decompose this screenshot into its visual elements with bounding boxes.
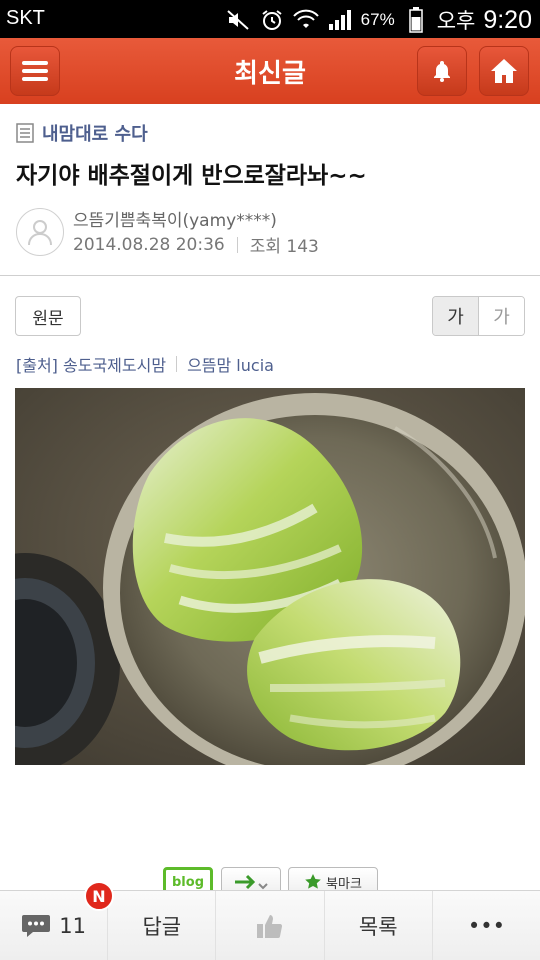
notification-button[interactable] — [417, 46, 467, 96]
board-link[interactable]: 내맘대로 수다 — [16, 120, 148, 146]
reply-button[interactable]: 답글 — [108, 891, 217, 960]
hamburger-icon — [22, 61, 48, 81]
divider — [236, 236, 238, 253]
bottom-toolbar: 11 N 답글 목록 ••• — [0, 881, 540, 960]
view-count: 조회 143 — [249, 237, 319, 257]
status-bar: SKT 67% 오후 9:20 — [0, 0, 540, 38]
font-size-small-button[interactable]: 가 — [479, 297, 524, 335]
like-button[interactable] — [216, 891, 325, 960]
page-title: 최신글 — [234, 59, 306, 89]
menu-button[interactable] — [10, 46, 60, 96]
document-icon — [16, 123, 34, 143]
mute-icon — [225, 7, 251, 33]
list-button[interactable]: 목록 — [325, 891, 433, 960]
battery-icon — [403, 7, 429, 33]
source-line: [출처] 송도국제도시맘 으뜸맘 lucia — [16, 352, 274, 376]
battery-percent: 67% — [360, 10, 395, 29]
app-header: 최신글 — [0, 38, 540, 104]
alarm-icon — [259, 7, 285, 33]
source-nickname-link[interactable]: 으뜸맘 lucia — [187, 352, 274, 376]
bookmark-label: 북마크 — [326, 876, 362, 892]
status-icons: 67% 오후 9:20 — [225, 5, 532, 35]
wifi-icon — [292, 7, 319, 33]
author-name[interactable]: 으뜸기쁨축복이(yamy****) — [73, 206, 277, 231]
clock-time: 9:20 — [483, 5, 532, 34]
send-arrow-icon — [235, 874, 268, 890]
avatar[interactable] — [16, 208, 64, 256]
comment-icon — [22, 914, 51, 937]
star-icon — [305, 874, 321, 889]
source-cafe-link[interactable]: [출처] 송도국제도시맘 — [16, 352, 166, 376]
post-photo[interactable] — [15, 388, 525, 765]
more-button[interactable]: ••• — [433, 891, 540, 960]
bell-icon — [434, 61, 450, 82]
post-meta: 2014.08.28 20:36 조회 143 — [73, 232, 319, 258]
carrier-name: SKT — [6, 7, 45, 29]
home-icon — [491, 59, 517, 83]
post-date: 2014.08.28 20:36 — [73, 234, 225, 255]
user-icon — [28, 220, 52, 246]
original-button[interactable]: 원문 — [15, 296, 81, 336]
thumbs-up-icon — [257, 914, 283, 938]
comments-button[interactable]: 11 N — [0, 881, 114, 960]
comment-count: 11 — [59, 913, 86, 938]
font-size-toggle: 가 가 — [432, 296, 525, 336]
post-title: 자기야 배추절이게 반으로잘라놔~~ — [16, 163, 367, 189]
divider — [176, 356, 178, 372]
signal-icon — [327, 7, 353, 33]
post-header: 내맘대로 수다 자기야 배추절이게 반으로잘라놔~~ 으뜸기쁨축복이(yamy*… — [0, 104, 540, 276]
board-name: 내맘대로 수다 — [42, 124, 148, 145]
clock-ampm: 오후 — [436, 10, 476, 33]
font-size-large-button[interactable]: 가 — [433, 297, 479, 335]
home-button[interactable] — [479, 46, 529, 96]
